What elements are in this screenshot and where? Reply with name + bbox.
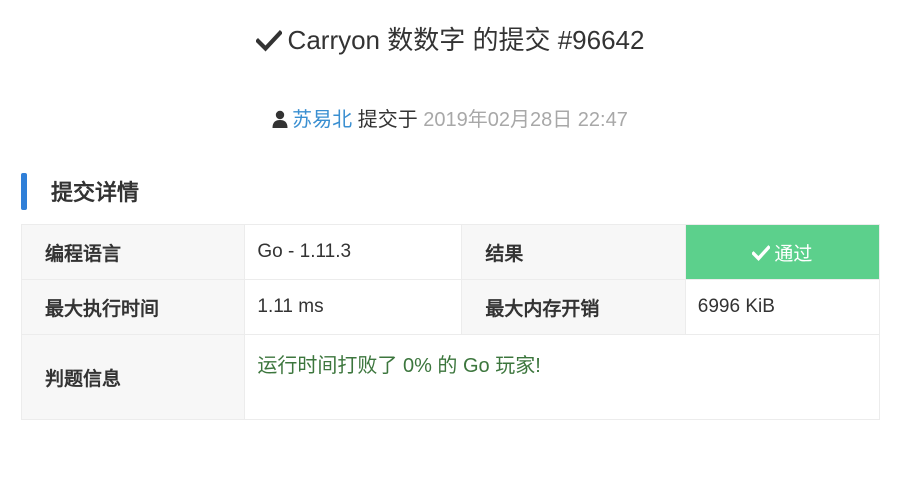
max-time-value: 1.11 ms — [244, 279, 463, 335]
submission-meta: 苏易北 提交于 2019年02月28日 22:47 — [0, 106, 900, 134]
submission-time: 2019年02月28日 22:47 — [423, 109, 628, 131]
check-icon — [255, 30, 282, 52]
judge-info-label: 判题信息 — [20, 334, 246, 420]
user-icon — [272, 110, 288, 128]
table-row: 最大执行时间 1.11 ms 最大内存开销 6996 KiB — [20, 279, 881, 335]
section-header: 提交详情 — [21, 172, 139, 210]
result-value: 通过 — [774, 243, 813, 265]
section-title: 提交详情 — [51, 180, 140, 205]
result-status-badge: 通过 — [684, 224, 881, 280]
table-row: 编程语言 Go - 1.11.3 结果 通过 — [20, 224, 881, 280]
submitted-at-label: 提交于 — [357, 109, 418, 131]
page-title: Carryon 数数字 的提交 #96642 — [0, 22, 900, 58]
language-value: Go - 1.11.3 — [244, 224, 463, 280]
submission-title-text: Carryon 数数字 的提交 #96642 — [287, 25, 645, 55]
result-label: 结果 — [461, 224, 686, 280]
max-time-label: 最大执行时间 — [20, 279, 246, 335]
submission-details-table: 编程语言 Go - 1.11.3 结果 通过 最大执行时间 1.11 ms 最大… — [20, 224, 881, 420]
max-memory-label: 最大内存开销 — [461, 279, 686, 335]
language-label: 编程语言 — [20, 224, 246, 280]
user-link[interactable]: 苏易北 — [292, 109, 352, 131]
table-row: 判题信息 运行时间打败了 0% 的 Go 玩家! — [20, 334, 880, 420]
check-icon — [752, 244, 771, 261]
max-memory-value: 6996 KiB — [684, 279, 881, 335]
judge-info-message: 运行时间打败了 0% 的 Go 玩家! — [244, 334, 880, 420]
section-accent-bar — [21, 172, 27, 210]
